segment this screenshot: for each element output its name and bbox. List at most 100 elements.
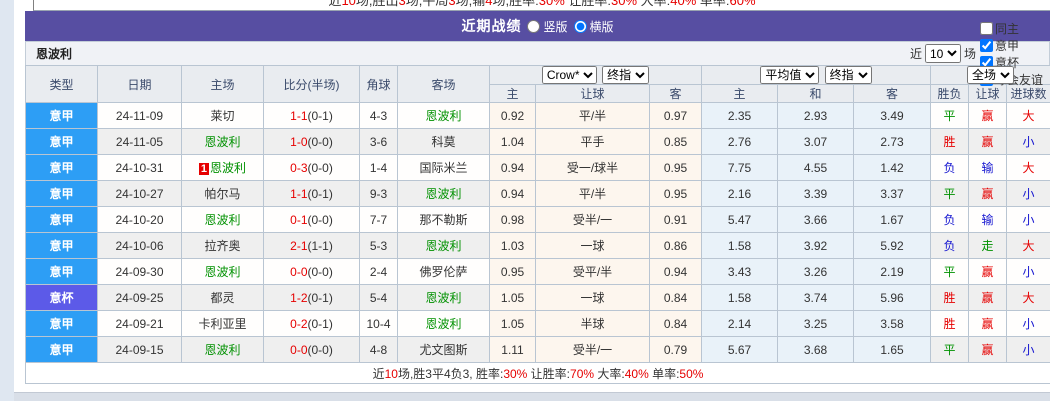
corner-cell: 7-7 — [360, 207, 398, 233]
recent-matches-table: 类型 日期 主场 比分(半场) 角球 客场 Crow* 终指 平均值 终指 全场 — [25, 65, 1050, 384]
score-cell: 1-0(0-0) — [264, 129, 360, 155]
goals-result-cell: 大 — [1007, 285, 1050, 311]
result-cell: 负 — [931, 233, 969, 259]
league-cell: 意甲 — [26, 311, 98, 337]
avg-draw-odds: 2.93 — [778, 103, 854, 129]
stat-segment: 40% — [625, 367, 649, 381]
final-index-select-1[interactable]: 终指 — [602, 66, 649, 84]
away-team-cell[interactable]: 尤文图斯 — [398, 337, 490, 363]
away-team-cell[interactable]: 科莫 — [398, 129, 490, 155]
stat-segment: 30% — [611, 0, 637, 8]
home-team-cell[interactable]: 卡利亚里 — [182, 311, 264, 337]
home-team-cell[interactable]: 拉齐奥 — [182, 233, 264, 259]
avg-away-odds: 1.67 — [854, 207, 931, 233]
layout-radio-horizontal[interactable]: 横版 — [574, 18, 614, 35]
horizontal-radio-icon[interactable] — [574, 20, 587, 33]
match-rows: 意甲24-11-09莱切1-1(0-1)4-3恩波利0.92平/半0.972.3… — [26, 103, 1050, 363]
crown-home-odds: 0.94 — [490, 155, 536, 181]
match-count-select[interactable]: 10 — [925, 44, 961, 63]
away-team-cell[interactable]: 恩波利 — [398, 311, 490, 337]
result-cell: 平 — [931, 337, 969, 363]
handicap-cell: 平/半 — [536, 181, 650, 207]
stat-segment: 单率: — [696, 0, 729, 8]
avg-draw-odds: 3.07 — [778, 129, 854, 155]
crown-home-odds: 0.95 — [490, 259, 536, 285]
home-team-cell[interactable]: 恩波利 — [182, 129, 264, 155]
result-cell: 平 — [931, 259, 969, 285]
away-team-cell[interactable]: 恩波利 — [398, 181, 490, 207]
filter-checkbox-同主[interactable]: 同主 — [979, 20, 1043, 37]
result-cell: 平 — [931, 181, 969, 207]
home-team-cell[interactable]: 莱切 — [182, 103, 264, 129]
avg-away-odds: 2.19 — [854, 259, 931, 285]
col-type: 类型 — [26, 66, 98, 103]
stat-segment: 10 — [341, 0, 355, 8]
home-team-cell[interactable]: 都灵 — [182, 285, 264, 311]
stat-segment: 70% — [570, 367, 594, 381]
home-team-cell[interactable]: 1恩波利 — [182, 155, 264, 181]
stat-segment: 3 — [399, 0, 406, 8]
home-team-cell[interactable]: 帕尔马 — [182, 181, 264, 207]
away-team-cell[interactable]: 佛罗伦萨 — [398, 259, 490, 285]
handicap-result-cell: 赢 — [969, 285, 1007, 311]
vertical-radio-icon[interactable] — [527, 20, 540, 33]
away-team-cell[interactable]: 恩波利 — [398, 285, 490, 311]
home-team-cell[interactable]: 恩波利 — [182, 259, 264, 285]
stat-segment: 大率: — [594, 367, 625, 381]
table-header-row-1: 类型 日期 主场 比分(半场) 角球 客场 Crow* 终指 平均值 终指 全场 — [26, 66, 1050, 85]
stat-segment: 场,平局 — [406, 0, 449, 8]
stat-segment: 让胜率: — [527, 367, 570, 381]
col-goals: 进球数 — [1007, 85, 1050, 103]
rank-badge: 1 — [199, 163, 209, 175]
avg-home-odds: 1.58 — [702, 233, 778, 259]
avg-draw-odds: 3.39 — [778, 181, 854, 207]
avg-home-odds: 2.14 — [702, 311, 778, 337]
crown-away-odds: 0.95 — [650, 181, 702, 207]
horizontal-radio-label: 横版 — [590, 18, 614, 35]
crown-away-odds: 0.97 — [650, 103, 702, 129]
league-cell: 意甲 — [26, 207, 98, 233]
result-cell: 胜 — [931, 285, 969, 311]
stat-segment: 60% — [730, 0, 756, 8]
section-title-bar: 近期战绩 竖版 横版 — [25, 11, 1050, 41]
avg-draw-odds: 3.92 — [778, 233, 854, 259]
checkbox-icon[interactable] — [980, 39, 993, 52]
league-cell: 意甲 — [26, 337, 98, 363]
bookmaker-select[interactable]: Crow* — [542, 66, 597, 84]
handicap-cell: 平手 — [536, 129, 650, 155]
away-team-cell[interactable]: 恩波利 — [398, 233, 490, 259]
corner-cell: 4-8 — [360, 337, 398, 363]
crown-home-odds: 0.92 — [490, 103, 536, 129]
result-cell: 胜 — [931, 129, 969, 155]
recent-results-panel: 近10场,胜出3场,平局3场,输4场,胜率:30% 让胜率:30% 大率:40%… — [25, 0, 1050, 384]
fulltime-select[interactable]: 全场 — [967, 66, 1014, 84]
col-avg-draw: 和 — [778, 85, 854, 103]
final-index-select-2[interactable]: 终指 — [825, 66, 872, 84]
score-cell: 0-3(0-0) — [264, 155, 360, 181]
checkbox-icon[interactable] — [980, 22, 993, 35]
filter-checkbox-意甲[interactable]: 意甲 — [979, 37, 1043, 54]
goals-result-cell: 大 — [1007, 233, 1050, 259]
home-team-cell[interactable]: 恩波利 — [182, 207, 264, 233]
avg-draw-odds: 3.26 — [778, 259, 854, 285]
checkbox-label: 意甲 — [995, 37, 1019, 54]
stat-segment: 30% — [503, 367, 527, 381]
stat-segment: 40% — [670, 0, 696, 8]
away-team-cell[interactable]: 国际米兰 — [398, 155, 490, 181]
goals-result-cell: 小 — [1007, 337, 1050, 363]
col-home: 主场 — [182, 66, 264, 103]
match-row: 意甲24-09-15恩波利0-0(0-0)4-8尤文图斯1.11受半/一0.79… — [26, 337, 1050, 363]
away-team-cell[interactable]: 那不勒斯 — [398, 207, 490, 233]
corner-cell: 9-3 — [360, 181, 398, 207]
home-team-cell[interactable]: 恩波利 — [182, 337, 264, 363]
average-select[interactable]: 平均值 — [760, 66, 819, 84]
layout-radio-vertical[interactable]: 竖版 — [527, 18, 567, 35]
filter-row: 恩波利 近 10 场 同主意甲意杯球会友谊 — [25, 41, 1050, 65]
clipped-stats-line: 近10场,胜出3场,平局3场,输4场,胜率:30% 让胜率:30% 大率:40%… — [33, 0, 1050, 11]
score-cell: 1-1(0-1) — [264, 181, 360, 207]
goals-result-cell: 小 — [1007, 207, 1050, 233]
goals-result-cell: 小 — [1007, 311, 1050, 337]
away-team-cell[interactable]: 恩波利 — [398, 103, 490, 129]
stat-segment: 30% — [539, 0, 565, 8]
match-row: 意甲24-10-06拉齐奥2-1(1-1)5-3恩波利1.03一球0.861.5… — [26, 233, 1050, 259]
